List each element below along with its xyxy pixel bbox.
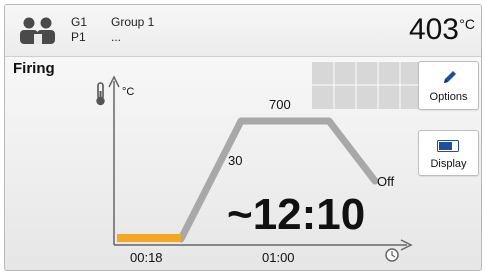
options-label: Options	[429, 91, 468, 103]
heat-rate-label: 30	[228, 153, 243, 168]
hold-temperature-label: 700	[269, 97, 291, 112]
hold-time-label: 01:00	[262, 250, 295, 265]
display-button[interactable]: Display	[418, 130, 479, 176]
thermometer-icon	[96, 82, 105, 106]
toggle-icon	[437, 140, 459, 152]
display-label: Display	[430, 158, 467, 170]
firing-screen: G1 P1 Group 1 ... 403 °C Firing °C 700 3…	[4, 4, 482, 271]
progress-segment	[117, 234, 181, 242]
options-button[interactable]: Options	[418, 61, 479, 110]
remaining-time: ~12:10	[227, 190, 366, 239]
cooling-label: Off	[377, 174, 395, 189]
start-time-label: 00:18	[130, 250, 163, 265]
pencil-icon	[444, 71, 456, 83]
clock-icon	[385, 248, 399, 262]
axis-unit-label: °C	[122, 86, 134, 98]
